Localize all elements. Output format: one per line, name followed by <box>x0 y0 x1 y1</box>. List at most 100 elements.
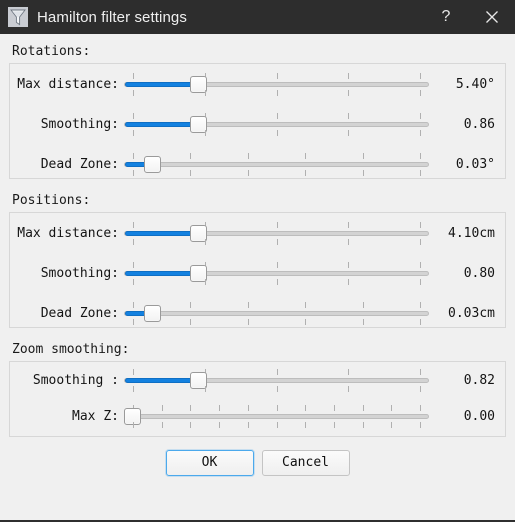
group-rotations: Max distance: 5.40° Smoothing: 0.86 Dead… <box>9 63 506 179</box>
slider-rotations-max-distance[interactable] <box>124 68 429 100</box>
slider-rotations-smoothing[interactable] <box>124 108 429 140</box>
slider-handle[interactable] <box>144 305 162 322</box>
slider-fill <box>125 82 196 87</box>
slider-tick <box>420 130 421 136</box>
label-rotations-max-distance: Max distance: <box>17 76 119 92</box>
slider-tick <box>205 279 206 285</box>
value-rotations-smoothing: 0.86 <box>463 116 495 132</box>
slider-tick <box>420 319 421 325</box>
slider-tick <box>420 386 421 392</box>
slider-tick <box>305 405 306 411</box>
slider-tick <box>162 422 163 428</box>
slider-tick <box>133 369 134 375</box>
slider-tick <box>363 319 364 325</box>
funnel-filter-icon <box>8 7 28 27</box>
slider-tick <box>348 369 349 375</box>
group-title-zoom-smoothing: Zoom smoothing: <box>12 342 130 357</box>
slider-tick <box>277 130 278 136</box>
slider-tick <box>277 239 278 245</box>
slider-tick <box>420 262 421 268</box>
slider-tick <box>248 153 249 159</box>
slider-fill <box>125 378 196 383</box>
row-positions-dead-zone: Dead Zone: 0.03cm <box>10 293 505 327</box>
row-rotations-smoothing: Smoothing: 0.86 <box>10 104 505 144</box>
row-zoom-max-z: Max Z: 0.00 <box>10 398 505 434</box>
slider-tick <box>363 153 364 159</box>
slider-tick <box>391 422 392 428</box>
slider-tick <box>219 422 220 428</box>
value-zoom-max-z: 0.00 <box>463 408 495 424</box>
label-positions-dead-zone: Dead Zone: <box>40 305 119 321</box>
slider-tick <box>190 422 191 428</box>
close-button[interactable] <box>469 0 515 34</box>
slider-tick <box>420 222 421 228</box>
slider-tick <box>277 405 278 411</box>
label-rotations-dead-zone: Dead Zone: <box>40 156 119 172</box>
slider-tick <box>190 170 191 176</box>
row-positions-smoothing: Smoothing: 0.80 <box>10 253 505 293</box>
slider-track <box>124 162 429 167</box>
slider-tick <box>277 386 278 392</box>
slider-handle[interactable] <box>144 156 162 173</box>
label-positions-max-distance: Max distance: <box>17 225 119 241</box>
slider-tick <box>363 170 364 176</box>
slider-tick <box>348 113 349 119</box>
ok-button[interactable]: OK <box>165 450 254 476</box>
slider-tick <box>205 130 206 136</box>
slider-tick <box>219 405 220 411</box>
slider-positions-max-distance[interactable] <box>124 217 429 249</box>
slider-tick <box>248 170 249 176</box>
slider-tick <box>133 422 134 428</box>
slider-tick <box>133 90 134 96</box>
slider-tick <box>305 153 306 159</box>
slider-tick <box>133 262 134 268</box>
slider-tick <box>248 319 249 325</box>
slider-positions-smoothing[interactable] <box>124 257 429 289</box>
slider-rotations-dead-zone[interactable] <box>124 148 429 178</box>
slider-tick <box>190 153 191 159</box>
slider-positions-dead-zone[interactable] <box>124 297 429 327</box>
slider-tick <box>334 422 335 428</box>
slider-tick <box>348 222 349 228</box>
slider-tick <box>348 130 349 136</box>
cancel-button[interactable]: Cancel <box>261 450 350 476</box>
slider-tick <box>133 73 134 79</box>
slider-tick <box>248 405 249 411</box>
value-rotations-max-distance: 5.40° <box>455 76 495 92</box>
slider-tick <box>133 386 134 392</box>
slider-tick <box>277 113 278 119</box>
close-icon <box>486 11 498 23</box>
slider-tick <box>420 113 421 119</box>
label-rotations-smoothing: Smoothing: <box>40 116 119 132</box>
slider-tick <box>363 405 364 411</box>
slider-tick <box>420 170 421 176</box>
slider-tick <box>133 319 134 325</box>
slider-tick <box>277 279 278 285</box>
slider-tick <box>205 239 206 245</box>
label-zoom-smoothing: Smoothing : <box>32 372 119 388</box>
slider-tick <box>205 90 206 96</box>
slider-tick <box>348 239 349 245</box>
slider-tick <box>277 90 278 96</box>
slider-tick <box>420 405 421 411</box>
label-positions-smoothing: Smoothing: <box>40 265 119 281</box>
slider-tick <box>420 279 421 285</box>
help-button[interactable]: ? <box>423 0 469 35</box>
row-zoom-smoothing: Smoothing : 0.82 <box>10 362 505 398</box>
slider-zoom-max-z[interactable] <box>124 400 429 432</box>
slider-tick <box>334 405 335 411</box>
hamilton-filter-settings-window: Hamilton filter settings ? Rotations: Ma… <box>0 0 515 522</box>
slider-tick <box>190 319 191 325</box>
slider-tick <box>277 262 278 268</box>
slider-tick <box>348 386 349 392</box>
value-positions-max-distance: 4.10cm <box>448 225 495 241</box>
value-positions-dead-zone: 0.03cm <box>448 305 495 321</box>
slider-tick <box>420 369 421 375</box>
value-zoom-smoothing: 0.82 <box>463 372 495 388</box>
slider-zoom-smoothing[interactable] <box>124 364 429 396</box>
slider-tick <box>348 279 349 285</box>
row-rotations-max-distance: Max distance: 5.40° <box>10 64 505 104</box>
slider-tick <box>248 422 249 428</box>
slider-tick <box>133 170 134 176</box>
slider-tick <box>277 422 278 428</box>
